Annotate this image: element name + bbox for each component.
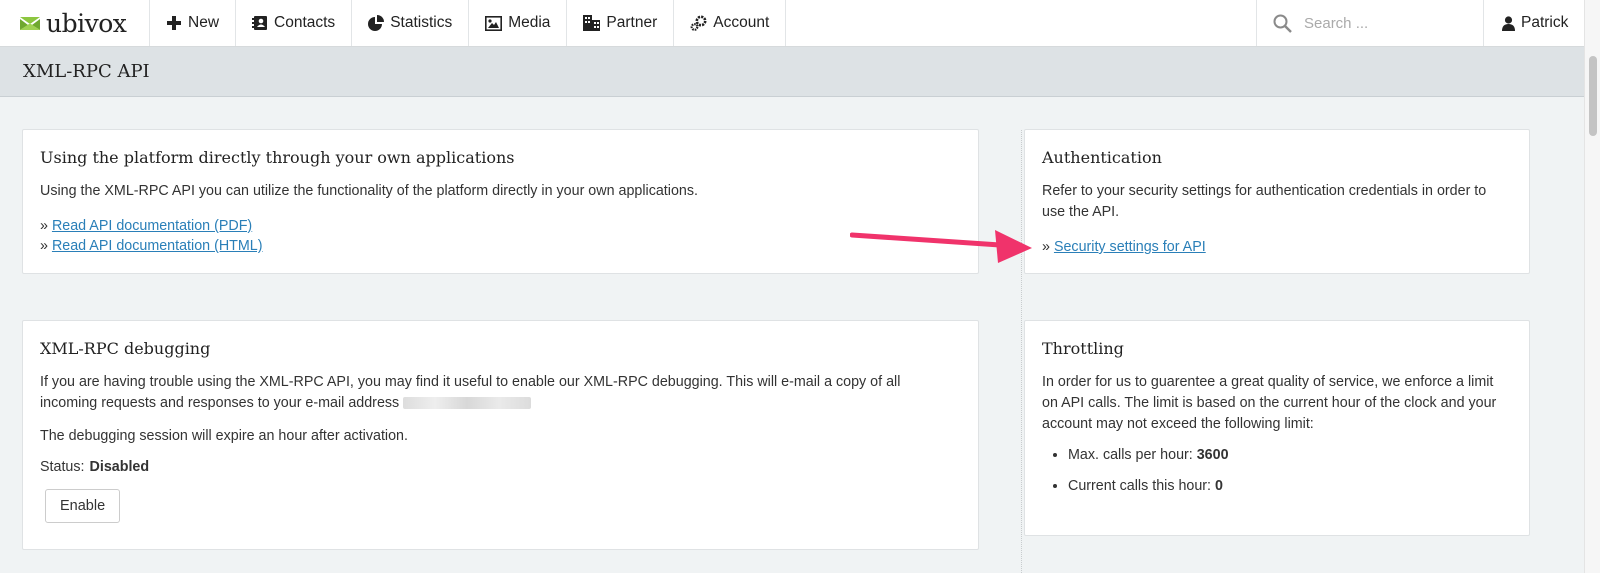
debugging-card-title: XML-RPC debugging — [40, 339, 211, 358]
nav-media-label: Media — [508, 14, 551, 31]
authentication-card-title: Authentication — [1042, 148, 1162, 167]
platform-card-title: Using the platform directly through your… — [40, 148, 515, 167]
platform-card: Using the platform directly through your… — [22, 129, 979, 274]
nav-statistics[interactable]: Statistics — [352, 0, 470, 46]
pie-chart-icon — [368, 15, 385, 31]
ubivox-logo-icon — [20, 17, 40, 30]
nav-contacts-label: Contacts — [274, 14, 336, 31]
status-label: Status: — [40, 459, 85, 475]
nav-media[interactable]: Media — [469, 0, 568, 46]
debugging-status: Status: Disabled — [40, 459, 961, 475]
image-icon — [485, 15, 503, 31]
list-item: Max. calls per hour: 3600 — [1068, 445, 1512, 465]
authentication-card-description: Refer to your security settings for auth… — [1042, 183, 1487, 220]
contacts-book-icon — [252, 16, 268, 30]
current-calls-label: Current calls this hour: — [1068, 478, 1212, 494]
api-doc-html-link[interactable]: Read API documentation (HTML) — [52, 238, 263, 254]
debugging-card: XML-RPC debugging If you are having trou… — [22, 320, 979, 550]
search-box[interactable] — [1256, 0, 1484, 46]
app-logo[interactable]: ubivox — [0, 0, 150, 46]
link-prefix: » — [1042, 239, 1050, 255]
link-prefix: » — [40, 238, 48, 254]
security-link-row: » Security settings for API — [1042, 237, 1512, 257]
page-title: XML-RPC API — [23, 61, 150, 82]
nav-account[interactable]: Account — [674, 0, 787, 46]
throttling-card-description: In order for us to guarentee a great qua… — [1042, 374, 1497, 432]
current-calls-value: 0 — [1215, 478, 1223, 494]
page-scrollbar[interactable] — [1584, 0, 1600, 573]
html-link-row: » Read API documentation (HTML) — [40, 236, 961, 256]
column-divider — [1021, 130, 1022, 573]
nav-new-label: New — [188, 14, 220, 31]
platform-card-description: Using the XML-RPC API you can utilize th… — [40, 183, 698, 199]
api-doc-pdf-link[interactable]: Read API documentation (PDF) — [52, 218, 252, 234]
search-icon — [1273, 14, 1292, 33]
debugging-expiry-note: The debugging session will expire an hou… — [40, 428, 408, 444]
top-navigation-bar: ubivox New Contacts Statistics Media Par… — [0, 0, 1584, 47]
redacted-email — [403, 397, 532, 410]
debugging-card-description: If you are having trouble using the XML-… — [40, 372, 961, 414]
gears-icon — [690, 15, 707, 31]
nav-partner-label: Partner — [606, 14, 658, 31]
list-item: Current calls this hour: 0 — [1068, 476, 1512, 496]
enable-debugging-button[interactable]: Enable — [45, 489, 121, 523]
throttling-card-title: Throttling — [1042, 339, 1124, 358]
user-name: Patrick — [1521, 14, 1569, 31]
max-calls-value: 3600 — [1196, 447, 1229, 463]
pdf-link-row: » Read API documentation (PDF) — [40, 216, 961, 236]
security-settings-link[interactable]: Security settings for API — [1054, 239, 1206, 255]
max-calls-label: Max. calls per hour: — [1068, 447, 1193, 463]
authentication-card: Authentication Refer to your security se… — [1024, 129, 1530, 274]
logo-text: ubivox — [46, 8, 127, 38]
user-menu[interactable]: Patrick — [1484, 0, 1584, 46]
nav-statistics-label: Statistics — [390, 14, 453, 31]
user-icon — [1502, 15, 1515, 31]
nav-contacts[interactable]: Contacts — [236, 0, 353, 46]
link-prefix: » — [40, 218, 48, 234]
nav-new[interactable]: New — [150, 0, 237, 46]
plus-icon — [167, 16, 181, 30]
nav-partner[interactable]: Partner — [567, 0, 675, 46]
nav-account-label: Account — [713, 14, 770, 31]
throttling-card: Throttling In order for us to guarentee … — [1024, 320, 1530, 536]
scrollbar-thumb[interactable] — [1589, 56, 1597, 136]
throttling-limits-list: Max. calls per hour: 3600 Current calls … — [1042, 445, 1512, 496]
annotation-arrow-icon — [850, 230, 1032, 263]
page-title-bar: XML-RPC API — [0, 47, 1584, 97]
status-value: Disabled — [89, 459, 150, 475]
building-icon — [583, 15, 601, 31]
search-input[interactable] — [1302, 13, 1472, 33]
